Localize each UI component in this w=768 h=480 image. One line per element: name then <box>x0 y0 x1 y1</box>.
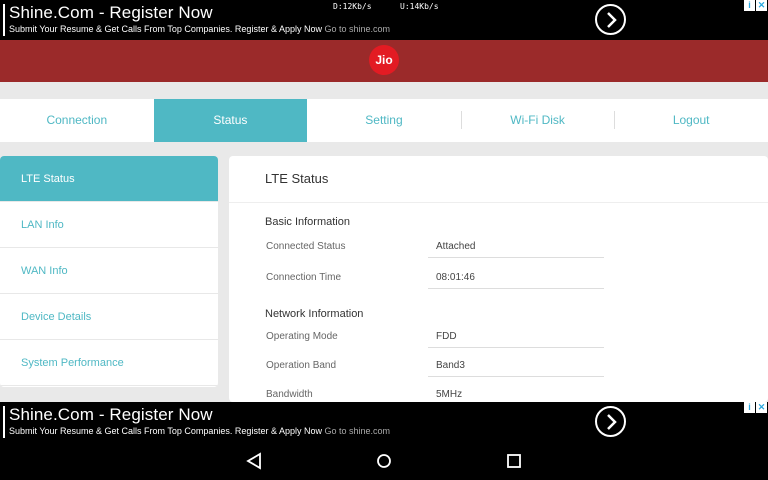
ad-title[interactable]: Shine.Com - Register Now <box>9 405 213 425</box>
chevron-right-icon <box>607 414 617 430</box>
main-panel: LTE Status Basic Information Connected S… <box>229 156 768 402</box>
ad-title[interactable]: Shine.Com - Register Now <box>9 3 213 23</box>
sidebar-item-wan-info[interactable]: WAN Info <box>0 248 218 294</box>
section-title-network: Network Information <box>265 308 364 320</box>
row-label-bandwidth: Bandwidth <box>266 389 313 400</box>
row-label-connection-time: Connection Time <box>266 272 342 283</box>
ad-open-button[interactable] <box>595 406 626 437</box>
ad-subtitle-text: Submit Your Resume & Get Calls From Top … <box>9 24 322 34</box>
page-title: LTE Status <box>265 171 329 186</box>
ad-domain[interactable]: Go to shine.com <box>325 426 391 436</box>
section-title-basic: Basic Information <box>265 216 350 228</box>
sidebar-item-lte-status[interactable]: LTE Status <box>0 156 218 202</box>
sidebar: LTE Status LAN Info WAN Info Device Deta… <box>0 156 218 387</box>
row-value-connection-time: 08:01:46 <box>428 272 604 289</box>
row-label-operation-band: Operation Band <box>266 360 337 371</box>
row-label-connected-status: Connected Status <box>266 241 346 252</box>
row-value-bandwidth: 5MHz <box>428 389 604 402</box>
tab-wifi-disk[interactable]: Wi-Fi Disk <box>460 99 615 142</box>
ad-info-icon[interactable]: i <box>744 402 755 413</box>
back-triangle-icon[interactable] <box>246 452 262 470</box>
ad-accent-bar <box>3 4 5 36</box>
row-label-operating-mode: Operating Mode <box>266 331 338 342</box>
sidebar-item-device-details[interactable]: Device Details <box>0 294 218 340</box>
tab-logout[interactable]: Logout <box>614 99 768 142</box>
ad-open-button[interactable] <box>595 4 626 35</box>
tab-connection[interactable]: Connection <box>0 99 154 142</box>
sidebar-item-lan-info[interactable]: LAN Info <box>0 202 218 248</box>
ad-close-icon[interactable]: ✕ <box>756 402 767 413</box>
ad-controls: i ✕ <box>744 0 767 11</box>
chevron-right-icon <box>607 12 617 28</box>
bottom-ad-banner[interactable]: Shine.Com - Register Now Submit Your Res… <box>0 402 768 442</box>
home-circle-icon[interactable] <box>376 452 392 470</box>
ad-close-icon[interactable]: ✕ <box>756 0 767 11</box>
ad-controls: i ✕ <box>744 402 767 413</box>
ad-subtitle-text: Submit Your Resume & Get Calls From Top … <box>9 426 322 436</box>
tab-setting[interactable]: Setting <box>307 99 461 142</box>
ad-subtitle: Submit Your Resume & Get Calls From Top … <box>9 24 390 34</box>
row-value-connected-status: Attached <box>428 241 604 258</box>
sidebar-item-system-performance[interactable]: System Performance <box>0 340 218 386</box>
ad-subtitle: Submit Your Resume & Get Calls From Top … <box>9 426 390 436</box>
recents-square-icon[interactable] <box>506 452 522 470</box>
title-divider <box>229 202 768 203</box>
ad-info-icon[interactable]: i <box>744 0 755 11</box>
download-speed: D:12Kb/s <box>333 2 372 11</box>
row-value-operation-band: Band3 <box>428 360 604 377</box>
ad-accent-bar <box>3 406 5 438</box>
upload-speed: U:14Kb/s <box>400 2 439 11</box>
jio-logo: Jio <box>369 45 399 75</box>
row-value-operating-mode: FDD <box>428 331 604 348</box>
main-tabs: Connection Status Setting Wi-Fi Disk Log… <box>0 99 768 142</box>
ad-domain[interactable]: Go to shine.com <box>325 24 391 34</box>
tab-status[interactable]: Status <box>153 99 308 142</box>
app-header: Jio <box>0 40 768 82</box>
top-ad-banner[interactable]: Shine.Com - Register Now Submit Your Res… <box>0 0 768 40</box>
android-nav-bar <box>0 442 768 480</box>
